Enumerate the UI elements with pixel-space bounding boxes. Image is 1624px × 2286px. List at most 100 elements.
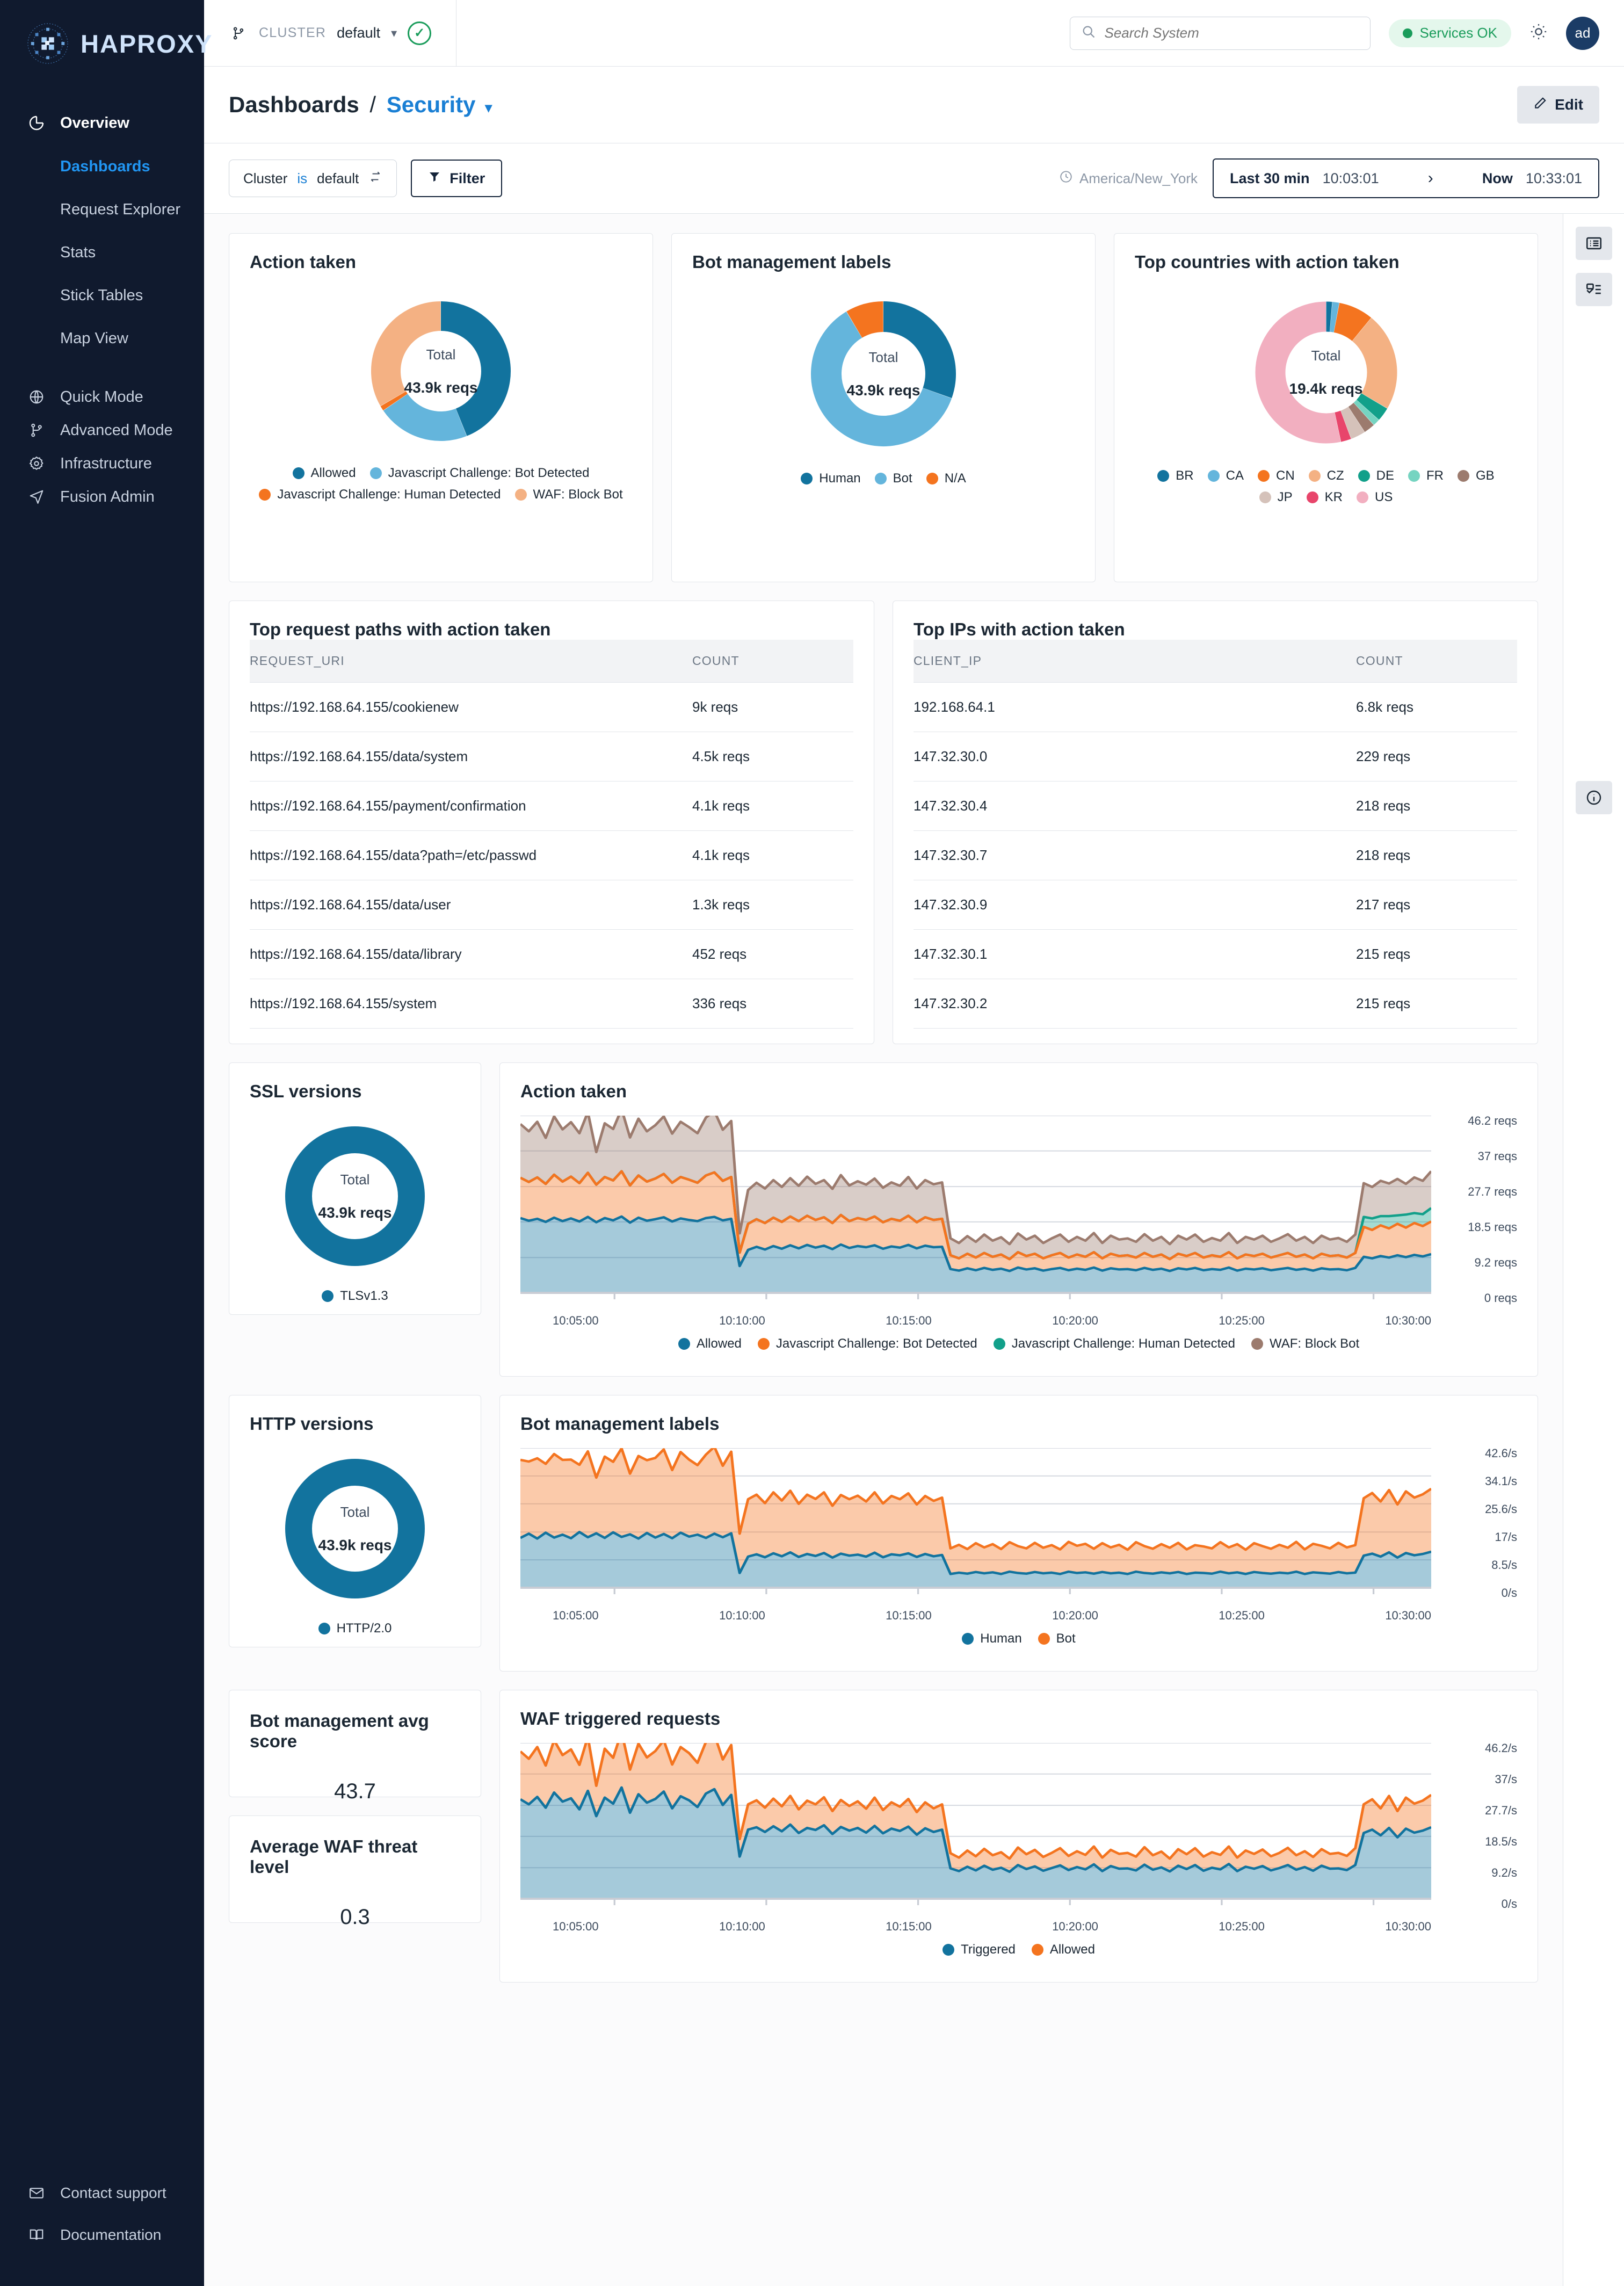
legend-item[interactable]: Javascript Challenge: Human Detected (993, 1336, 1235, 1351)
filter-chip-cluster[interactable]: Cluster is default (229, 160, 397, 197)
panel-checklist-button[interactable] (1575, 273, 1612, 306)
table-row[interactable]: https://192.168.64.155/cookienew 9k reqs (250, 682, 853, 732)
card-http-versions: HTTP versions Total 43.9k reqs HTTP/2.0 (229, 1395, 481, 1647)
chart-bot-labels: 42.6/s 34.1/s 25.6/s 17/s 8.5/s 0/s 10:05:00 1… (500, 1434, 1538, 1671)
search-input[interactable] (1104, 25, 1359, 41)
legend-item[interactable]: Bot (1038, 1631, 1076, 1646)
legend-item[interactable]: BR (1157, 468, 1194, 483)
timerange-selector[interactable]: Last 30 min 10:03:01 › Now 10:33:01 (1213, 158, 1599, 198)
sidebar-item-dashboards[interactable]: Dashboards (0, 145, 204, 188)
sidebar-item-infrastructure-label: Infrastructure (60, 454, 152, 472)
donut-center: Total 19.4k reqs (1244, 291, 1408, 454)
table-row[interactable]: https://192.168.64.155/system 336 reqs (250, 979, 853, 1029)
filter-button[interactable]: Filter (411, 160, 503, 197)
legend-item[interactable]: WAF: Block Bot (1251, 1336, 1359, 1351)
table-row[interactable]: 147.32.30.2 215 reqs (914, 979, 1517, 1029)
table-row[interactable]: 192.168.64.1 6.8k reqs (914, 682, 1517, 732)
cluster-selector[interactable]: CLUSTER default ▾ ✓ (204, 0, 457, 67)
chevron-down-icon[interactable]: ▾ (391, 26, 397, 40)
edit-button[interactable]: Edit (1517, 86, 1599, 124)
sidebar-item-contact-support[interactable]: Contact support (0, 2172, 204, 2214)
y-tick-label: 46.2 reqs (1468, 1114, 1517, 1127)
donut-center-label: Total (426, 346, 456, 363)
legend-item[interactable]: HTTP/2.0 (318, 1621, 392, 1636)
table-row[interactable]: 147.32.30.9 217 reqs (914, 880, 1517, 930)
sidebar-item-advanced-mode-label: Advanced Mode (60, 421, 173, 439)
status-badge: Services OK (1388, 19, 1511, 47)
table-row[interactable]: 147.32.30.0 229 reqs (914, 732, 1517, 782)
table-row[interactable]: https://192.168.64.155/data?path=/etc/pa… (250, 830, 853, 880)
stat-value: 0.3 (340, 1905, 370, 1929)
theme-toggle-button[interactable] (1529, 23, 1548, 44)
legend-item[interactable]: GB (1458, 468, 1495, 483)
sidebar-item-stats[interactable]: Stats (0, 231, 204, 274)
sidebar-item-fusion-admin[interactable]: Fusion Admin (0, 480, 204, 513)
legend-item[interactable]: N/A (926, 471, 966, 486)
swap-icon[interactable] (368, 170, 382, 187)
legend-item[interactable]: Allowed (292, 466, 356, 481)
donut-legend: HTTP/2.0 (297, 1621, 414, 1636)
timezone-display[interactable]: America/New_York (1059, 170, 1198, 187)
legend-item[interactable]: CZ (1308, 468, 1344, 483)
legend-item[interactable]: Human (801, 471, 861, 486)
stat-title: Average WAF threat level (250, 1836, 418, 1877)
table-cell: 4.5k reqs (692, 732, 853, 782)
table-row[interactable]: https://192.168.64.155/payment/confirmat… (250, 781, 853, 831)
legend-item[interactable]: Allowed (678, 1336, 742, 1351)
main-column: CLUSTER default ▾ ✓ Services OK (204, 0, 1624, 2286)
legend-item[interactable]: Triggered (943, 1942, 1016, 1957)
sidebar: HAPROXY Overview Dashboards Request Expl… (0, 0, 212, 2286)
chart-legend: Allowed Javascript Challenge: Bot Detecte… (520, 1328, 1517, 1365)
legend-item[interactable]: CN (1257, 468, 1295, 483)
topbar: CLUSTER default ▾ ✓ Services OK (204, 0, 1624, 67)
table-row[interactable]: https://192.168.64.155/data/system 4.5k r… (250, 732, 853, 782)
table-row[interactable]: 147.32.30.7 218 reqs (914, 830, 1517, 880)
breadcrumb-root[interactable]: Dashboards (229, 92, 359, 117)
legend-item[interactable]: US (1357, 490, 1393, 505)
sidebar-item-map-view[interactable]: Map View (0, 317, 204, 360)
table-row[interactable]: https://192.168.64.155/data/user 1.3k req… (250, 880, 853, 930)
table-row[interactable]: 147.32.30.1 215 reqs (914, 929, 1517, 979)
sidebar-item-infrastructure[interactable]: Infrastructure (0, 447, 204, 480)
avatar[interactable]: ad (1566, 16, 1599, 50)
legend-item[interactable]: CA (1207, 468, 1244, 483)
breadcrumb-current[interactable]: Security (387, 92, 476, 117)
table-cell: 147.32.30.0 (914, 732, 1356, 782)
pencil-icon (1533, 96, 1547, 114)
sidebar-item-advanced-mode[interactable]: Advanced Mode (0, 414, 204, 447)
legend-item[interactable]: JP (1259, 490, 1293, 505)
legend-item[interactable]: Human (962, 1631, 1022, 1646)
legend-item[interactable]: Javascript Challenge: Human Detected (259, 487, 501, 502)
legend-item[interactable]: KR (1306, 490, 1343, 505)
table-row[interactable]: 147.32.30.4 218 reqs (914, 781, 1517, 831)
search-box[interactable] (1069, 16, 1371, 50)
table-row[interactable]: https://192.168.64.155/data/library 452 r… (250, 929, 853, 979)
sidebar-item-stick-tables[interactable]: Stick Tables (0, 274, 204, 317)
legend-item[interactable]: Javascript Challenge: Bot Detected (369, 466, 589, 481)
sidebar-item-contact-support-label: Contact support (60, 2184, 166, 2201)
legend-item[interactable]: TLSv1.3 (322, 1289, 388, 1304)
brand-logo[interactable]: HAPROXY (0, 0, 212, 64)
avatar-initials: ad (1575, 25, 1591, 41)
legend-item[interactable]: Allowed (1031, 1942, 1095, 1957)
y-tick-label: 17/s (1495, 1530, 1517, 1544)
chevron-down-icon[interactable]: ▾ (485, 99, 492, 115)
legend-item[interactable]: Bot (874, 471, 912, 486)
sidebar-item-request-explorer[interactable]: Request Explorer (0, 188, 204, 231)
x-axis: 10:05:00 10:10:00 10:15:00 10:20:00 10:25:00… (520, 1599, 1517, 1623)
sidebar-item-quick-mode[interactable]: Quick Mode (0, 380, 204, 414)
sidebar-item-overview[interactable]: Overview (0, 106, 204, 140)
panel-list-button[interactable] (1575, 227, 1612, 260)
legend-item[interactable]: DE (1358, 468, 1394, 483)
sidebar-item-documentation[interactable]: Documentation (0, 2214, 204, 2256)
x-axis: 10:05:00 10:10:00 10:15:00 10:20:00 10:25:00… (520, 1304, 1517, 1328)
area-chart-svg (519, 1108, 1432, 1299)
y-tick-label: 27.7/s (1485, 1804, 1517, 1818)
legend-item[interactable]: FR (1408, 468, 1444, 483)
overview-subnav: Dashboards Request Explorer Stats Stick … (0, 145, 204, 360)
card-title: Top countries with action taken (1135, 252, 1400, 272)
info-button[interactable] (1576, 781, 1612, 814)
legend-item[interactable]: WAF: Block Bot (514, 487, 623, 502)
legend-item[interactable]: Javascript Challenge: Bot Detected (757, 1336, 977, 1351)
donut-center: Total 43.9k reqs (274, 1116, 436, 1277)
